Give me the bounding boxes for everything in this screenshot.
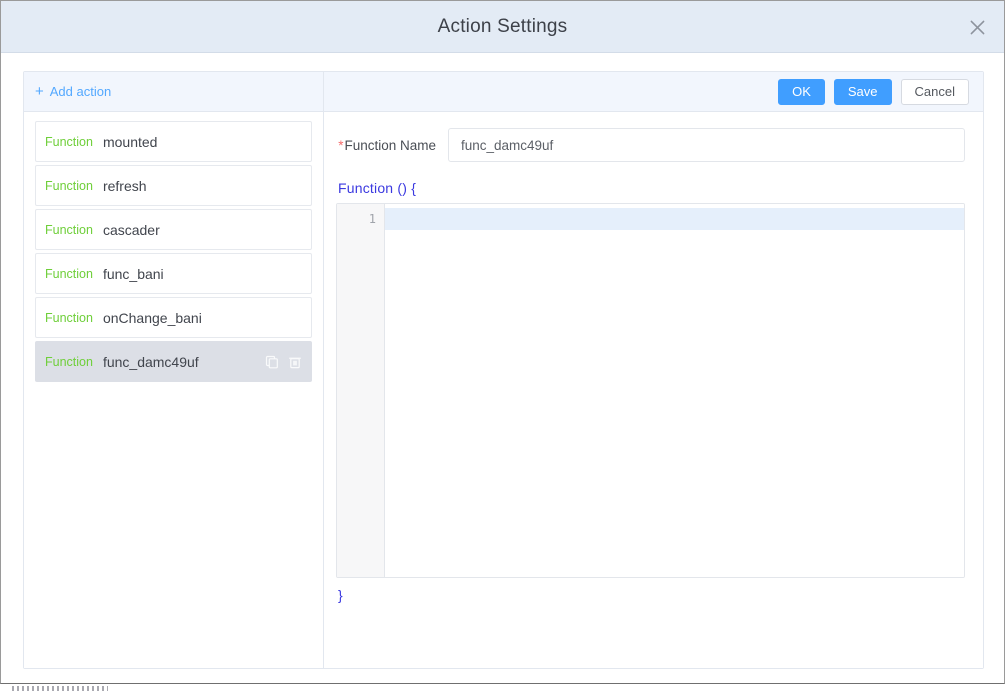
function-type-tag: Function: [45, 354, 93, 369]
function-item-name: cascader: [102, 221, 160, 238]
plus-icon: +: [35, 82, 44, 100]
function-list-item[interactable]: Function onChange_bani: [35, 297, 312, 338]
editor-gutter: 1: [337, 204, 385, 577]
function-list-item[interactable]: Function func_damc49uf: [35, 341, 312, 382]
actions-toolbar: + Add action: [24, 72, 323, 112]
copy-icon[interactable]: [265, 355, 279, 369]
dialog-title: Action Settings: [437, 16, 568, 37]
function-list-item[interactable]: Function func_bani: [35, 253, 312, 294]
function-type-tag: Function: [45, 222, 93, 237]
function-name-label: *Function Name: [336, 138, 448, 153]
function-list: Function mounted Function refresh Function ca…: [24, 112, 323, 668]
background-content-strip: [0, 684, 1005, 691]
editor-code-area[interactable]: [385, 204, 964, 577]
code-line[interactable]: [385, 208, 964, 230]
action-settings-dialog: Action Settings + Add action Function mo…: [0, 0, 1005, 684]
function-type-tag: Function: [45, 178, 93, 193]
ok-button[interactable]: OK: [778, 78, 825, 105]
panels-container: + Add action Function mounted Function refr…: [23, 71, 984, 669]
dialog-header: Action Settings: [1, 1, 1004, 53]
function-name-input[interactable]: [448, 128, 965, 162]
function-closing-brace: }: [338, 587, 343, 603]
function-list-item[interactable]: Function cascader: [35, 209, 312, 250]
cancel-button[interactable]: Cancel: [900, 78, 969, 105]
editor-toolbar: OK Save Cancel: [324, 72, 983, 112]
function-signature: Function () {: [338, 180, 417, 196]
function-item-name: refresh: [102, 177, 147, 194]
function-list-item[interactable]: Function mounted: [35, 121, 312, 162]
function-item-name: func_damc49uf: [102, 353, 199, 370]
add-action-button[interactable]: + Add action: [35, 84, 111, 99]
page-root: Action Settings + Add action Function mo…: [0, 0, 1005, 691]
required-marker: *: [338, 137, 344, 153]
function-editor-panel: OK Save Cancel *Function Name Function (…: [324, 72, 983, 668]
function-item-actions: [265, 355, 302, 369]
function-item-name: mounted: [102, 133, 158, 150]
add-action-label: Add action: [49, 84, 112, 99]
function-name-row: *Function Name: [336, 128, 965, 162]
function-item-name: onChange_bani: [102, 309, 202, 326]
function-name-label-text: Function Name: [344, 137, 436, 153]
close-icon[interactable]: [964, 14, 990, 40]
function-list-item[interactable]: Function refresh: [35, 165, 312, 206]
editor-content: *Function Name Function () { 1 }: [324, 112, 983, 668]
trash-icon[interactable]: [288, 355, 302, 369]
save-button[interactable]: Save: [833, 78, 892, 105]
function-type-tag: Function: [45, 266, 93, 281]
line-number: 1: [368, 212, 376, 226]
function-type-tag: Function: [45, 134, 93, 149]
function-item-name: func_bani: [102, 265, 164, 282]
actions-panel: + Add action Function mounted Function refr…: [24, 72, 324, 668]
function-type-tag: Function: [45, 310, 93, 325]
dialog-body: + Add action Function mounted Function refr…: [1, 53, 1004, 683]
code-editor[interactable]: 1: [336, 203, 965, 578]
clipped-text-sliver: [12, 686, 108, 691]
